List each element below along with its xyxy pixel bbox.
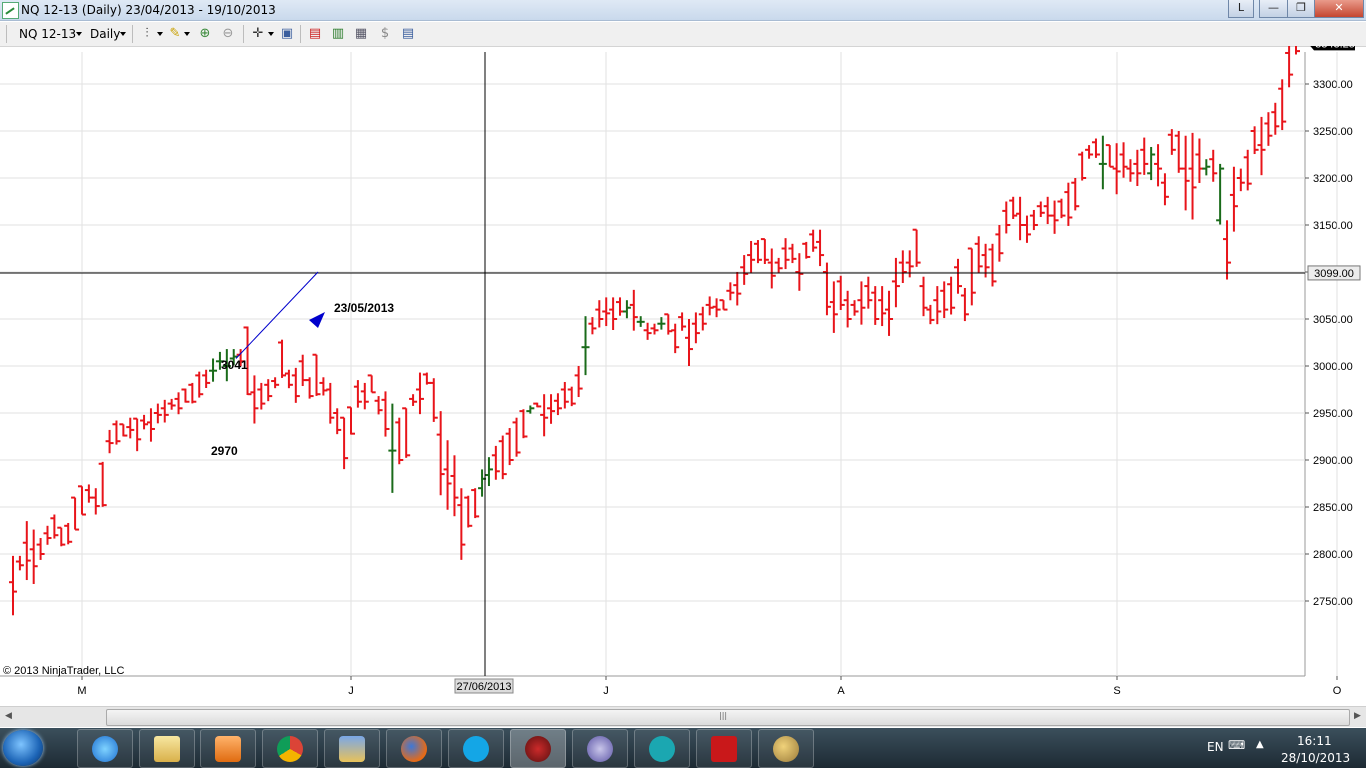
price-chart[interactable]: 3300.003250.003200.003150.003100.003050.… — [0, 46, 1366, 706]
taskbar-internet-explorer[interactable] — [77, 729, 133, 768]
time-axis-label: J — [348, 685, 354, 697]
bar-style-icon[interactable]: ⫶ — [139, 26, 155, 42]
instrument-dropdown-icon[interactable] — [76, 32, 82, 36]
taskbar-palette[interactable] — [758, 729, 814, 768]
data-box-icon[interactable]: ▣ — [279, 26, 295, 42]
copyright-text: © 2013 NinjaTrader, LLC — [3, 665, 124, 677]
price-axis-label: 2800.00 — [1313, 549, 1353, 561]
order-entry-icon[interactable]: ▤ — [307, 26, 323, 42]
show-hidden-icons-icon[interactable]: ▲ — [1256, 739, 1264, 750]
thumb-grip-icon: ||| — [719, 711, 728, 720]
instrument-selector[interactable]: NQ 12-13 — [19, 27, 76, 41]
price-axis-label: 3250.00 — [1313, 126, 1353, 138]
acrobat-icon — [711, 736, 737, 762]
bar-style-dropdown-icon[interactable] — [157, 32, 163, 36]
chart-app-icon — [2, 2, 19, 19]
clock-time[interactable]: 16:11 — [1297, 734, 1332, 748]
draw-pencil-icon[interactable]: ✎ — [167, 26, 183, 42]
annotation-high-label: 3041 — [221, 358, 248, 372]
price-axis-label: 2850.00 — [1313, 502, 1353, 514]
skype-icon — [463, 736, 489, 762]
time-axis-label: S — [1113, 685, 1120, 697]
indicators-icon[interactable]: ▥ — [330, 26, 346, 42]
time-axis-label: J — [603, 685, 609, 697]
window-title: NQ 12-13 (Daily) 23/04/2013 - 19/10/2013 — [21, 3, 276, 17]
time-axis-label: M — [77, 685, 86, 697]
folder-icon — [154, 736, 180, 762]
crosshair-date-label: 27/06/2013 — [456, 681, 511, 693]
money-icon[interactable]: $ — [377, 26, 393, 42]
period-dropdown-icon[interactable] — [120, 32, 126, 36]
toolbar-separator — [243, 25, 244, 43]
eset-icon — [649, 736, 675, 762]
strategies-icon[interactable]: ▦ — [353, 26, 369, 42]
swirl-app-icon — [587, 736, 613, 762]
annotation-date-label: 23/05/2013 — [334, 301, 394, 315]
paint-icon — [339, 736, 365, 762]
keyboard-icon[interactable]: ⌨ — [1228, 738, 1245, 752]
last-price-label: 3343.25 — [1315, 46, 1355, 50]
taskbar-chrome[interactable] — [262, 729, 318, 768]
maximize-button[interactable]: ❐ — [1287, 0, 1315, 18]
taskbar-acrobat[interactable] — [696, 729, 752, 768]
taskbar-explorer[interactable] — [139, 729, 195, 768]
scroll-thumb[interactable]: ||| — [106, 709, 1350, 726]
taskbar-app-swirl[interactable] — [572, 729, 628, 768]
chrome-icon — [277, 736, 303, 762]
price-axis-label: 3150.00 — [1313, 220, 1353, 232]
toolbar-grip — [6, 25, 7, 43]
taskbar-paint-app[interactable] — [324, 729, 380, 768]
time-axis-label: A — [837, 685, 845, 697]
price-axis-label: 2750.00 — [1313, 596, 1353, 608]
price-axis-label: 2900.00 — [1313, 455, 1353, 467]
firefox-icon — [401, 736, 427, 762]
price-axis-label: 3200.00 — [1313, 173, 1353, 185]
annotation-low-label: 2970 — [211, 444, 238, 458]
toolbar-separator — [300, 25, 301, 43]
period-selector[interactable]: Daily — [90, 27, 120, 41]
close-button[interactable]: ✕ — [1314, 0, 1364, 18]
ninjatrader-icon — [525, 736, 551, 762]
minimize-button[interactable]: — — [1259, 0, 1288, 18]
price-axis-label: 3050.00 — [1313, 314, 1353, 326]
chart-toolbar: NQ 12-13 Daily ⫶ ✎ ⊕ ⊖ ✛ ▣ ▤ ▥ ▦ $ ▤ — [0, 22, 1366, 47]
chart-scrollbar[interactable]: ◀ ||| ▶ — [0, 706, 1366, 727]
crosshair-dropdown-icon[interactable] — [268, 32, 274, 36]
crosshair-price-label: 3099.00 — [1314, 268, 1354, 280]
price-axis-label: 2950.00 — [1313, 408, 1353, 420]
extra-window-button[interactable]: L — [1228, 0, 1254, 18]
zoom-out-icon[interactable]: ⊖ — [220, 26, 236, 42]
window-titlebar: NQ 12-13 (Daily) 23/04/2013 - 19/10/2013… — [0, 0, 1366, 21]
taskbar-eset[interactable] — [634, 729, 690, 768]
drawing-tools-dropdown-icon[interactable] — [184, 32, 190, 36]
price-axis-label: 3300.00 — [1313, 79, 1353, 91]
taskbar-ninjatrader[interactable] — [510, 729, 566, 768]
clock-date[interactable]: 28/10/2013 — [1281, 751, 1350, 765]
internet-explorer-icon — [92, 736, 118, 762]
zoom-in-icon[interactable]: ⊕ — [197, 26, 213, 42]
properties-icon[interactable]: ▤ — [400, 26, 416, 42]
start-button-icon[interactable] — [3, 730, 43, 766]
palette-icon — [773, 736, 799, 762]
scroll-left-icon[interactable]: ◀ — [5, 711, 12, 721]
scroll-right-icon[interactable]: ▶ — [1354, 711, 1361, 721]
crosshair-icon[interactable]: ✛ — [250, 26, 266, 42]
time-axis-label: O — [1333, 685, 1342, 697]
toolbar-separator — [132, 25, 133, 43]
media-player-icon — [215, 736, 241, 762]
language-indicator[interactable]: EN — [1207, 740, 1224, 754]
price-axis-label: 3000.00 — [1313, 361, 1353, 373]
taskbar-media-player[interactable] — [200, 729, 256, 768]
taskbar-skype[interactable] — [448, 729, 504, 768]
taskbar-firefox[interactable] — [386, 729, 442, 768]
